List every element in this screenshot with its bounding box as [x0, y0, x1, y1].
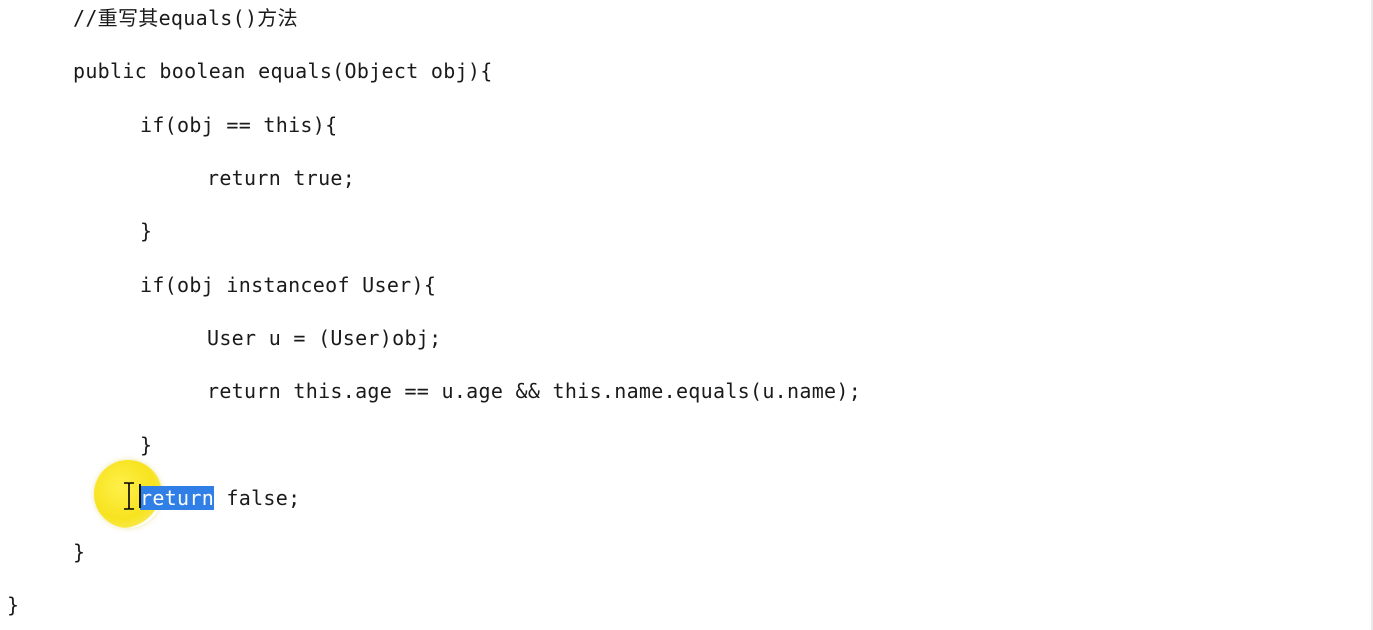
code-line-return-compare[interactable]: return this.age == u.age && this.name.eq…: [207, 379, 861, 403]
code-line-comment[interactable]: //重写其equals()方法: [73, 6, 298, 30]
text-cursor-ibeam-icon: [124, 482, 134, 510]
code-line-close-class[interactable]: }: [7, 593, 19, 617]
code-line-if-same[interactable]: if(obj == this){: [140, 113, 337, 137]
code-line-return-false[interactable]: return false;: [140, 486, 300, 510]
code-line-close-brace[interactable]: }: [140, 219, 152, 243]
text-caret: [139, 484, 141, 508]
code-line-close-brace[interactable]: }: [140, 433, 152, 457]
code-line-cast[interactable]: User u = (User)obj;: [207, 326, 441, 350]
code-text: false;: [214, 486, 301, 510]
code-line-if-instanceof[interactable]: if(obj instanceof User){: [140, 273, 436, 297]
code-editor[interactable]: //重写其equals()方法 public boolean equals(Ob…: [0, 0, 1373, 630]
code-line-method-signature[interactable]: public boolean equals(Object obj){: [73, 59, 493, 83]
code-line-return-true[interactable]: return true;: [207, 166, 355, 190]
code-line-close-method[interactable]: }: [73, 540, 85, 564]
selected-text[interactable]: return: [140, 486, 215, 510]
